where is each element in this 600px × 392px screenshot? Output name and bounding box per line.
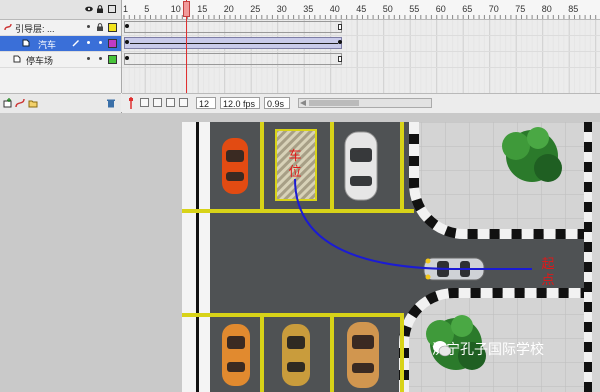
label-start-1: 起: [541, 257, 555, 272]
frame-ruler[interactable]: 1 5 10 15 20 25 30 35 40 45 50 55 60 65 70 75 80 85: [122, 0, 600, 20]
new-folder-icon[interactable]: [28, 98, 38, 108]
scroll-thumb[interactable]: [309, 100, 359, 106]
layer-panel-toolbar: [0, 93, 121, 113]
layer-name: 引导层: ...: [15, 24, 55, 34]
parking-lot-scene: 车 位 起 点 济宁孔子国际学校: [182, 122, 600, 392]
frame-row-parking[interactable]: [122, 52, 600, 68]
ruler-tick-label: 15: [197, 4, 208, 14]
bottom-car-2: [282, 324, 310, 386]
new-layer-icon[interactable]: [3, 98, 13, 108]
ruler-tick-label: 10: [170, 4, 181, 14]
ruler-tick-label: 35: [303, 4, 314, 14]
frame-row-car[interactable]: [122, 36, 600, 52]
ruler-tick-label: 1: [123, 4, 129, 14]
frame-span[interactable]: [124, 53, 342, 65]
keyframe[interactable]: [338, 40, 342, 44]
ruler-tick-label: 5: [144, 4, 150, 14]
ruler-tick-label: 50: [382, 4, 393, 14]
eye-icon[interactable]: [85, 5, 93, 13]
bottom-car-3: [347, 322, 379, 388]
ruler-tick-label: 25: [250, 4, 261, 14]
ruler-tick-label: 85: [568, 4, 579, 14]
bottom-car-1: [222, 324, 250, 386]
outline-icon[interactable]: [108, 5, 116, 13]
ruler-tick-label: 80: [541, 4, 552, 14]
playhead-handle[interactable]: [183, 1, 190, 17]
visibility-dot[interactable]: [87, 25, 90, 28]
ruler-tick-label: 45: [356, 4, 367, 14]
ruler-tick-label: 30: [276, 4, 287, 14]
onion-markers-button[interactable]: [179, 98, 188, 107]
layer-row-guide[interactable]: 引导层: ...: [0, 20, 121, 36]
frame-span[interactable]: [124, 21, 342, 33]
label-parking-space-2: 位: [288, 165, 302, 180]
layer-icon: [13, 55, 21, 63]
ruler-tick-label: 75: [515, 4, 526, 14]
visibility-dot[interactable]: [87, 57, 90, 60]
elapsed-time-field: 0.9s: [264, 97, 290, 109]
label-parking-space-1: 车: [288, 149, 302, 164]
orange-car: [222, 138, 248, 194]
current-frame-field[interactable]: 12: [196, 97, 216, 109]
trash-icon[interactable]: [106, 98, 116, 108]
end-frame[interactable]: [338, 24, 342, 30]
lock-dot[interactable]: [99, 41, 102, 44]
tween-arrow: [130, 43, 338, 44]
end-frame[interactable]: [338, 56, 342, 62]
lock-dot[interactable]: [99, 57, 102, 60]
ruler-tick-label: 65: [462, 4, 473, 14]
stage-area[interactable]: 车 位 起 点 济宁孔子国际学校: [0, 113, 600, 392]
pencil-icon: [72, 40, 79, 47]
timeline-panel: 引导层: ... 汽车 停车场 1 5 10 15 20 25 30 35 40…: [0, 0, 600, 113]
layer-row-car[interactable]: 汽车: [0, 36, 121, 52]
layer-color-swatch[interactable]: [108, 39, 117, 48]
wechat-icon: [433, 341, 452, 357]
layer-name: 汽车: [38, 40, 57, 50]
ruler-tick-label: 60: [435, 4, 446, 14]
onion-outline-button[interactable]: [153, 98, 162, 107]
frame-row-guide[interactable]: [122, 20, 600, 36]
layer-color-swatch[interactable]: [108, 23, 117, 32]
layer-row-parking[interactable]: 停车场: [0, 52, 121, 68]
timeline-scrollbar[interactable]: [298, 98, 432, 108]
timeline-status-bar: 12 12.0 fps 0.9s: [122, 93, 600, 113]
layer-panel-header: [0, 0, 121, 20]
label-start-2: 点: [541, 273, 555, 288]
layer-panel: 引导层: ... 汽车 停车场: [0, 0, 122, 113]
center-frame-icon[interactable]: [127, 97, 135, 109]
guide-layer-icon: [4, 23, 12, 31]
edit-multiple-button[interactable]: [166, 98, 175, 107]
ruler-tick-label: 55: [409, 4, 420, 14]
frames-area[interactable]: 1 5 10 15 20 25 30 35 40 45 50 55 60 65 70 75 80 85: [122, 0, 600, 112]
keyframe[interactable]: [125, 40, 129, 44]
lock-icon[interactable]: [96, 23, 104, 31]
ruler-tick-label: 20: [223, 4, 234, 14]
watermark: 济宁孔子国际学校: [432, 339, 544, 359]
layer-icon: [22, 39, 30, 47]
lock-icon[interactable]: [96, 5, 104, 13]
silver-car: [344, 131, 378, 201]
layer-color-swatch[interactable]: [108, 55, 117, 64]
ruler-tick-label: 70: [488, 4, 499, 14]
visibility-dot[interactable]: [87, 41, 90, 44]
ruler-tick-label: 40: [329, 4, 340, 14]
fps-field[interactable]: 12.0 fps: [220, 97, 260, 109]
onion-skin-button[interactable]: [140, 98, 149, 107]
scroll-left-arrow[interactable]: [300, 100, 306, 106]
layer-name: 停车场: [26, 56, 54, 66]
add-guide-icon[interactable]: [15, 98, 25, 108]
